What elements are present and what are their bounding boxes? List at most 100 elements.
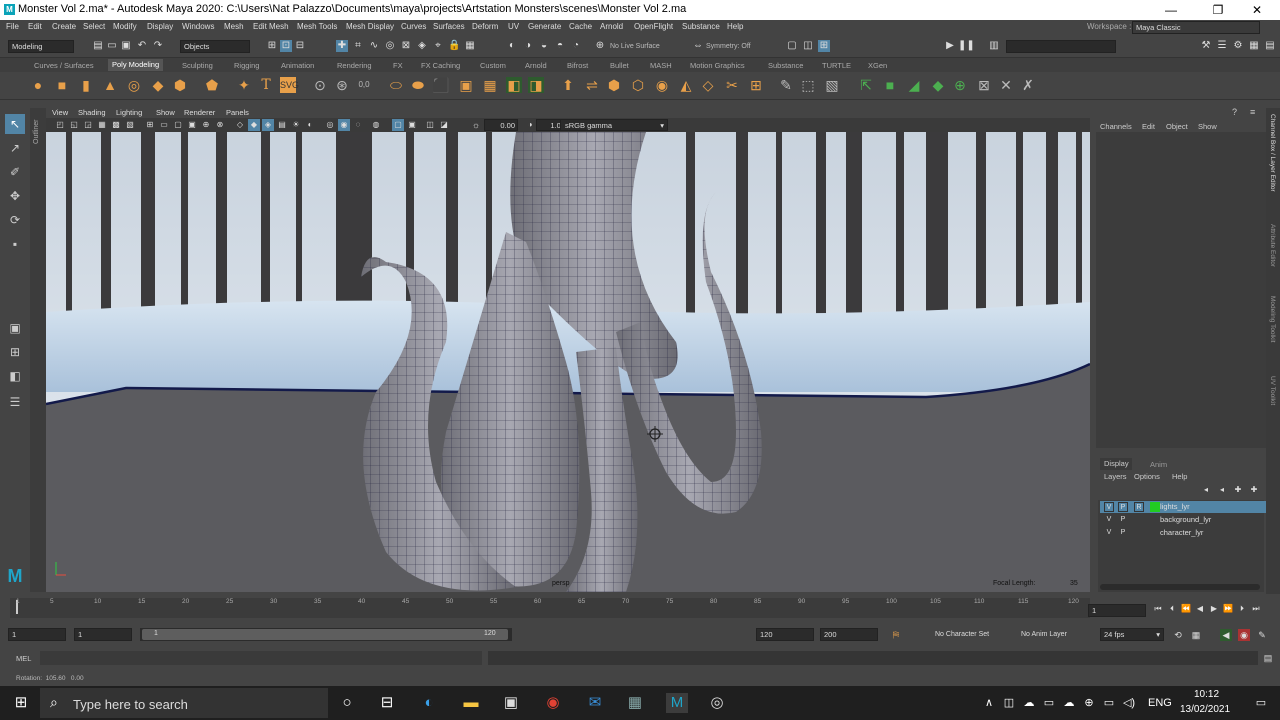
current-frame-field[interactable]: 1 (1088, 604, 1146, 617)
crease-icon[interactable]: ■ (882, 77, 898, 93)
layer-playback[interactable]: P (1118, 528, 1128, 538)
layer-visibility[interactable]: V (1104, 502, 1114, 512)
layer-row-background[interactable]: V P background_lyr (1100, 514, 1266, 526)
layer-name[interactable]: lights_lyr (1160, 501, 1190, 513)
cb-menu-object[interactable]: Object (1166, 122, 1188, 131)
shelf-tab-rendering[interactable]: Rendering (337, 61, 372, 70)
exposure-icon[interactable]: ☼ (470, 119, 482, 131)
layer-row-lights[interactable]: V P R lights_lyr (1100, 501, 1266, 513)
single-perspective-icon[interactable]: ▣ (5, 318, 25, 338)
select-hierarchy-icon[interactable]: ⊞ (266, 40, 278, 52)
super-shape-icon[interactable]: ✦ (236, 77, 252, 93)
resolution-gate-icon[interactable]: ▢ (172, 119, 184, 131)
extract-icon[interactable]: ⬭ (388, 77, 404, 93)
layer-playback[interactable]: P (1118, 515, 1128, 525)
layer-menu-help[interactable]: Help (1172, 472, 1187, 481)
sew-uv-icon[interactable]: ✕ (998, 77, 1014, 93)
multi-cut-icon[interactable]: ✂ (724, 77, 740, 93)
mail-icon[interactable]: ✉ (584, 693, 606, 713)
step-forward-key-icon[interactable]: ⏩ (1222, 603, 1234, 615)
outliner-list-icon[interactable]: ☰ (5, 392, 25, 412)
shelf-tab-bifrost[interactable]: Bifrost (567, 61, 588, 70)
cache-icon[interactable]: ▦ (1190, 629, 1202, 641)
clock-date[interactable]: 13/02/2021 (1180, 704, 1230, 715)
bridge-icon[interactable]: ⇌ (584, 77, 600, 93)
range-slider-handle[interactable] (142, 629, 508, 640)
new-scene-icon[interactable]: ▤ (92, 40, 104, 52)
time-slider[interactable]: 1 5 10 15 20 25 30 35 40 45 50 55 60 65 … (10, 598, 1090, 618)
vp-menu-lighting[interactable]: Lighting (116, 108, 142, 117)
cb-menu-channels[interactable]: Channels (1100, 122, 1132, 131)
shelf-tab-fx[interactable]: FX (393, 61, 403, 70)
wedge-icon[interactable]: ◭ (678, 77, 694, 93)
menu-display[interactable]: Display (147, 22, 173, 31)
shelf-tab-custom[interactable]: Custom (480, 61, 506, 70)
shelf-tab-animation[interactable]: Animation (281, 61, 314, 70)
command-input[interactable] (40, 651, 482, 665)
transfer-icon[interactable]: ◢ (906, 77, 922, 93)
panel-layout-four-icon[interactable]: ⊞ (818, 40, 830, 52)
menu-curves[interactable]: Curves (401, 22, 426, 31)
language-indicator[interactable]: ENG (1148, 697, 1172, 709)
camera-select-icon[interactable]: ◰ (54, 119, 66, 131)
key-tick-icon[interactable]: ◉ (1238, 629, 1250, 641)
layer-color-swatch[interactable] (1150, 502, 1160, 512)
render-view-icon[interactable]: ◔ (570, 40, 582, 52)
snap-point-icon[interactable]: ◎ (384, 40, 396, 52)
modeling-toolkit-icon[interactable]: ⚒ (1200, 40, 1212, 52)
2d-pan-icon[interactable]: ▩ (110, 119, 122, 131)
svg-tool-icon[interactable]: SVG (280, 77, 299, 93)
poly-platonic-icon[interactable]: ⬟ (204, 77, 220, 93)
mirror-icon[interactable]: 0,0 (356, 77, 372, 93)
menu-mesh-tools[interactable]: Mesh Tools (297, 22, 337, 31)
ambient-occlusion-icon[interactable]: ◎ (324, 119, 336, 131)
panel-layout-single-icon[interactable]: ▢ (786, 40, 798, 52)
shelf-tab-mash[interactable]: MASH (650, 61, 672, 70)
shelf-tab-motion-graphics[interactable]: Motion Graphics (690, 61, 745, 70)
anim-layer-label[interactable]: No Anim Layer (1021, 631, 1067, 638)
maximize-button[interactable]: ❐ (1203, 2, 1233, 18)
side-tab-uv-toolkit[interactable]: UV Toolkit (1269, 376, 1276, 405)
close-button[interactable]: ✕ (1242, 2, 1272, 18)
motion-blur-icon[interactable]: ◉ (338, 119, 350, 131)
persp-outliner-icon[interactable]: ◧ (5, 366, 25, 386)
step-back-key-icon[interactable]: ⏪ (1180, 603, 1192, 615)
shelf-tab-fx-caching[interactable]: FX Caching (421, 61, 460, 70)
poly-disc-icon[interactable]: ⬢ (172, 77, 188, 93)
attribute-editor-icon[interactable]: ☰ (1216, 40, 1228, 52)
fill-hole-icon[interactable]: ◉ (654, 77, 670, 93)
outliner-collapsed-tab[interactable]: Outliner (30, 108, 46, 592)
obs-icon[interactable]: ◎ (706, 693, 728, 713)
menu-create[interactable]: Create (52, 22, 76, 31)
texture-icon[interactable]: ▧ (824, 77, 840, 93)
quad-draw-icon[interactable]: ◨ (528, 77, 544, 93)
type-tool-icon[interactable]: T (258, 77, 274, 93)
poly-cube-icon[interactable]: ■ (54, 77, 70, 93)
gate-mask-icon[interactable]: ▣ (186, 119, 198, 131)
move-tool-icon[interactable]: ✥ (5, 186, 25, 206)
scene-start-field[interactable]: 1 (8, 628, 66, 641)
xray-icon[interactable]: ▣ (406, 119, 418, 131)
file-explorer-icon[interactable]: ▬ (460, 693, 482, 713)
volume-icon[interactable]: ◁) (1118, 693, 1140, 713)
loop-icon[interactable]: ⟲ (1172, 629, 1184, 641)
image-plane-icon[interactable]: ▦ (96, 119, 108, 131)
delete-history-icon[interactable]: ✗ (1020, 77, 1036, 93)
animation-prefs-icon[interactable]: ✎ (1256, 629, 1268, 641)
side-tab-attribute-editor[interactable]: Attribute Editor (1269, 224, 1276, 267)
vp-menu-shading[interactable]: Shading (78, 108, 106, 117)
menu-openflight[interactable]: OpenFlight (634, 22, 673, 31)
play-forwards-icon[interactable]: ▶ (1208, 603, 1220, 615)
edge-browser-icon[interactable]: ◐ (418, 693, 440, 713)
menu-deform[interactable]: Deform (472, 22, 498, 31)
menu-generate[interactable]: Generate (528, 22, 561, 31)
clock-time[interactable]: 10:12 (1194, 689, 1219, 700)
layer-visibility[interactable]: V (1104, 528, 1114, 538)
camera-attr-icon[interactable]: ◱ (68, 119, 80, 131)
snap-live-icon[interactable]: ⌖ (432, 40, 444, 52)
tray-cloud-icon[interactable]: ☁ (1018, 693, 1040, 713)
select-object-icon[interactable]: ⊡ (280, 40, 292, 52)
go-to-start-icon[interactable]: ⏮ (1152, 603, 1164, 615)
step-back-icon[interactable]: ⏴ (1166, 603, 1178, 615)
hypershade-icon[interactable]: ◓ (554, 40, 566, 52)
